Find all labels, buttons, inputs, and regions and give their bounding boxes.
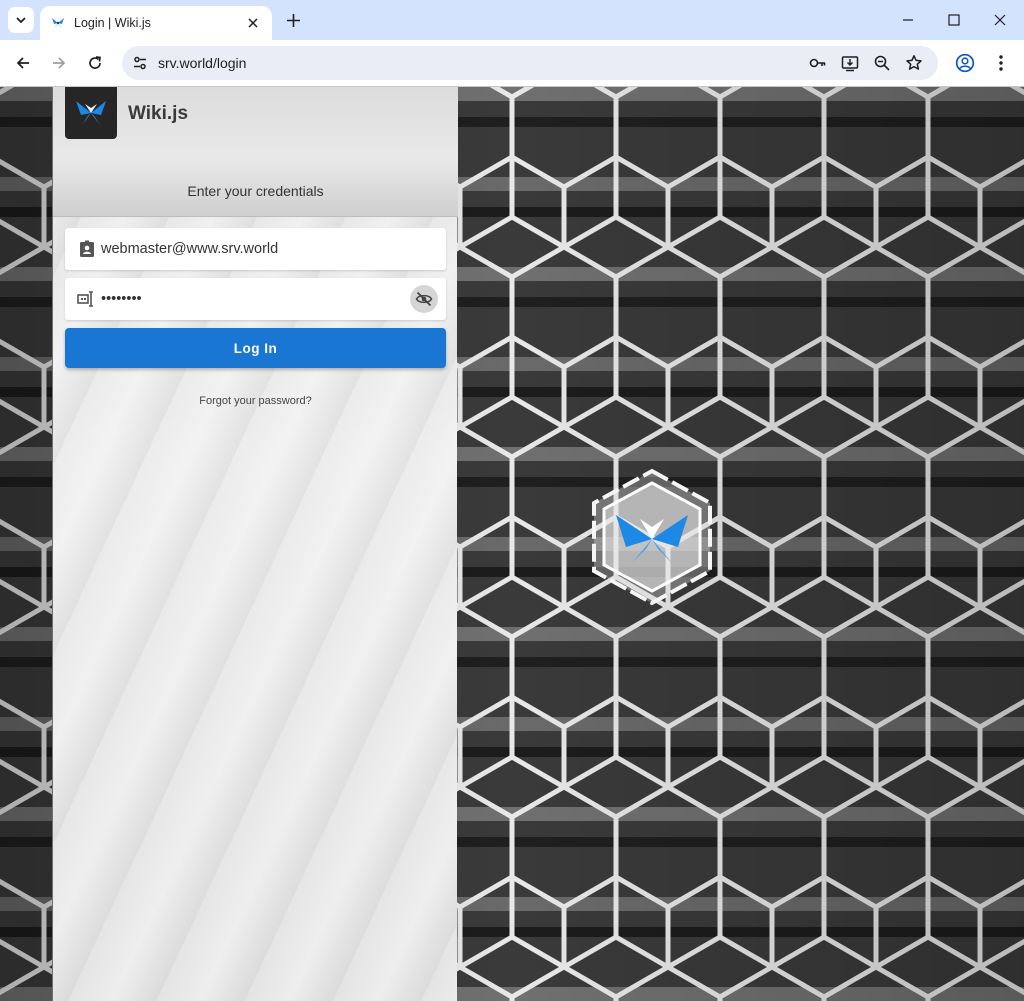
address-bar[interactable]: srv.world/login <box>122 46 938 80</box>
bookmark-button[interactable] <box>904 53 924 73</box>
star-icon <box>906 55 922 70</box>
zoom-icon <box>874 55 890 71</box>
browser-chrome: Login | Wiki.js srv.world/login <box>0 0 1024 87</box>
wikijs-hexagon-logo <box>592 468 712 606</box>
new-tab-button[interactable] <box>282 9 304 31</box>
more-menu-button[interactable] <box>989 51 1013 75</box>
maximize-icon <box>948 14 960 26</box>
plus-icon <box>286 13 300 27</box>
profile-icon <box>955 53 975 73</box>
tab-search-icon <box>16 17 26 24</box>
profile-button[interactable] <box>953 51 977 75</box>
email-field[interactable] <box>65 228 446 270</box>
reload-button[interactable] <box>82 50 108 76</box>
wikijs-logo <box>65 87 117 139</box>
tab-search-button[interactable] <box>8 7 34 33</box>
tab-title: Login | Wiki.js <box>74 16 151 30</box>
password-field-icon <box>76 288 98 310</box>
install-app-button[interactable] <box>840 53 860 73</box>
wikijs-favicon-icon <box>52 18 64 28</box>
back-button[interactable] <box>10 50 36 76</box>
close-window-button[interactable] <box>985 6 1015 34</box>
forgot-password-link[interactable]: Forgot your password? <box>53 395 458 407</box>
app-title: Wiki.js <box>128 103 189 124</box>
contact-card-icon <box>76 238 98 260</box>
wikijs-butterfly-icon <box>76 101 106 125</box>
password-key-icon <box>809 58 826 68</box>
login-header: Wiki.js Enter your credentials <box>53 87 458 217</box>
close-window-icon <box>994 14 1006 26</box>
eye-off-icon <box>415 291 433 307</box>
minimize-icon <box>903 19 913 21</box>
toggle-password-visibility[interactable] <box>410 285 438 313</box>
maximize-button[interactable] <box>939 6 969 34</box>
password-key-button[interactable] <box>808 53 828 73</box>
password-field[interactable] <box>65 278 446 320</box>
minimize-button[interactable] <box>893 6 923 34</box>
zoom-button[interactable] <box>872 53 892 73</box>
browser-toolbar: srv.world/login <box>0 40 1024 87</box>
forward-icon <box>53 57 66 69</box>
password-input[interactable] <box>101 278 401 320</box>
forward-button[interactable] <box>46 50 72 76</box>
page-viewport: Wiki.js Enter your credentials Log In Fo… <box>0 87 1024 1001</box>
browser-tab-active[interactable]: Login | Wiki.js <box>40 6 272 40</box>
tab-strip: Login | Wiki.js <box>0 0 1024 40</box>
more-menu-icon <box>999 55 1003 71</box>
close-icon <box>248 18 258 28</box>
tab-close-button[interactable] <box>244 14 262 32</box>
email-input[interactable] <box>101 228 401 270</box>
login-button[interactable]: Log In <box>65 328 446 368</box>
login-panel: Wiki.js Enter your credentials Log In Fo… <box>52 87 458 1001</box>
back-icon <box>16 57 29 69</box>
install-app-icon <box>841 56 859 72</box>
login-subtitle: Enter your credentials <box>187 183 324 199</box>
url-text: srv.world/login <box>158 55 247 71</box>
reload-icon <box>89 56 101 69</box>
site-info-button[interactable] <box>128 51 152 75</box>
site-info-icon <box>134 56 146 70</box>
